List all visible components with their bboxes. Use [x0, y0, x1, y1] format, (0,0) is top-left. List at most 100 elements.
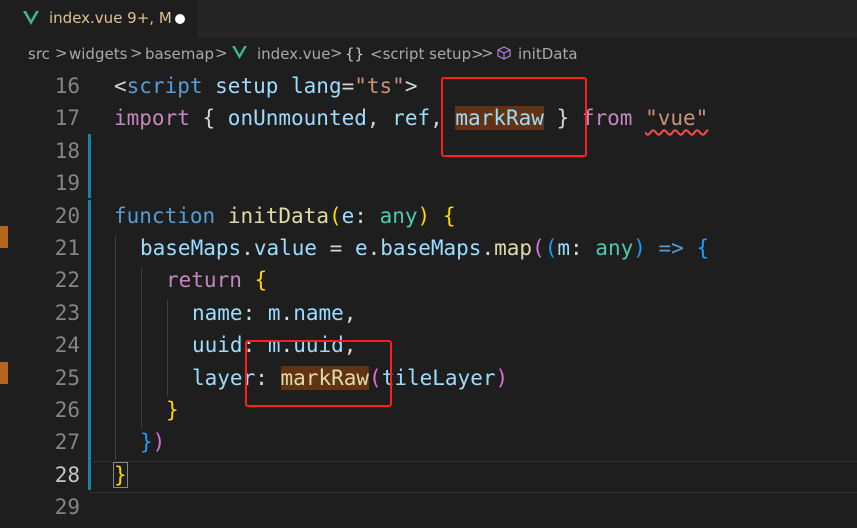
line-number: 16 [54, 74, 80, 98]
token: m [557, 236, 570, 260]
token: function [114, 204, 216, 228]
code-line-23[interactable]: name: m.name, [192, 297, 356, 329]
breadcrumb-widgets[interactable]: widgets [69, 45, 127, 63]
token: } [140, 430, 153, 454]
token: baseMaps [140, 236, 242, 260]
token: < [114, 74, 127, 98]
token: : [242, 301, 268, 325]
modified-line-indicator[interactable] [88, 200, 91, 490]
gutter-change-marker[interactable] [0, 362, 8, 384]
unsaved-dot-icon[interactable] [175, 14, 185, 24]
token: setup [202, 74, 279, 98]
token: } [166, 398, 179, 422]
code-line-27[interactable]: }) [140, 426, 165, 458]
breadcrumb-file[interactable]: index.vue [257, 45, 330, 63]
token: "ts" [354, 74, 405, 98]
token: = [341, 74, 355, 98]
token: { [442, 204, 456, 228]
token: { [189, 106, 228, 130]
token: baseMaps [380, 236, 482, 260]
annotation-box [441, 77, 587, 157]
line-number-active: 28 [54, 463, 80, 487]
editor-tab[interactable]: index.vue 9+, M [0, 0, 197, 38]
token: . [481, 236, 495, 260]
code-line-16[interactable]: <script setup lang="ts"> [114, 70, 417, 102]
token: e [354, 236, 368, 260]
line-number: 22 [54, 268, 80, 292]
token: , [343, 301, 357, 325]
token: : [354, 204, 380, 228]
vue-icon [232, 46, 247, 59]
breadcrumb: src > widgets > basemap > index.vue > {}… [0, 38, 857, 70]
line-number: 20 [54, 204, 80, 228]
token: any [379, 204, 418, 228]
token: name [293, 301, 344, 325]
line-number: 26 [54, 398, 80, 422]
tab-bar: index.vue 9+, M [0, 0, 857, 38]
breadcrumb-script[interactable]: <script setup> [370, 45, 484, 63]
breadcrumb-symbol[interactable]: initData [518, 45, 578, 63]
gutter-change-marker[interactable] [0, 226, 8, 248]
braces-icon: {} [345, 45, 365, 63]
breadcrumb-src[interactable]: src [28, 45, 50, 63]
line-number: 18 [54, 139, 80, 163]
token: { [696, 236, 710, 260]
indent-guide [141, 268, 142, 428]
token: => [645, 236, 697, 260]
line-number: 24 [54, 333, 80, 357]
token: uuid [192, 333, 243, 357]
code-line-21[interactable]: baseMaps.value = e.baseMaps.map((m: any)… [140, 232, 709, 264]
token: initData [227, 204, 329, 228]
token: = [317, 236, 355, 260]
code-line-17[interactable]: import { onUnmounted, ref, markRaw } fro… [114, 102, 708, 134]
token: any [595, 236, 634, 260]
line-number: 21 [54, 236, 80, 260]
token: name [192, 301, 243, 325]
line-number: 27 [54, 430, 80, 454]
code-line-20[interactable]: function initData(e: any) { [114, 200, 455, 232]
tab-title: index.vue 9+, M [49, 9, 172, 27]
code-editor[interactable]: 16 17 18 19 20 21 22 23 24 25 26 27 28 2… [0, 70, 857, 528]
code-line-22[interactable]: return { [166, 264, 267, 296]
line-number: 19 [54, 171, 80, 195]
code-line-26[interactable]: } [166, 394, 179, 426]
token: . [280, 301, 294, 325]
token: ( [532, 236, 545, 260]
breadcrumb-separator: > [481, 44, 494, 62]
token: value [253, 236, 318, 260]
annotation-box [245, 340, 392, 407]
token: lang [278, 74, 342, 98]
line-number: 29 [54, 495, 80, 519]
token: return [166, 268, 242, 292]
token: ( [544, 236, 558, 260]
token: . [241, 236, 254, 260]
breadcrumb-separator: > [330, 44, 343, 62]
code-line-28[interactable]: } [113, 459, 128, 491]
token: ) [417, 204, 431, 228]
line-number: 17 [54, 106, 80, 130]
token: onUnmounted [227, 106, 367, 130]
modified-line-indicator[interactable] [88, 134, 91, 198]
current-line-highlight [90, 461, 857, 493]
token: m [267, 301, 281, 325]
token: e [341, 204, 355, 228]
token: import [114, 106, 190, 130]
breadcrumb-basemap[interactable]: basemap [145, 45, 214, 63]
token: ref [392, 106, 431, 130]
token: , [366, 106, 393, 130]
token: ) [495, 366, 509, 390]
token: { [254, 268, 268, 292]
breadcrumb-separator: > [215, 44, 228, 62]
token: > [404, 74, 418, 98]
breadcrumb-separator: > [130, 44, 143, 62]
token: } [113, 462, 128, 488]
token: script [126, 74, 203, 98]
token: . [367, 236, 381, 260]
token: "vue" [645, 106, 709, 130]
line-number: 25 [54, 366, 80, 390]
indent-guide [115, 236, 116, 460]
breadcrumb-separator: > [55, 44, 68, 62]
